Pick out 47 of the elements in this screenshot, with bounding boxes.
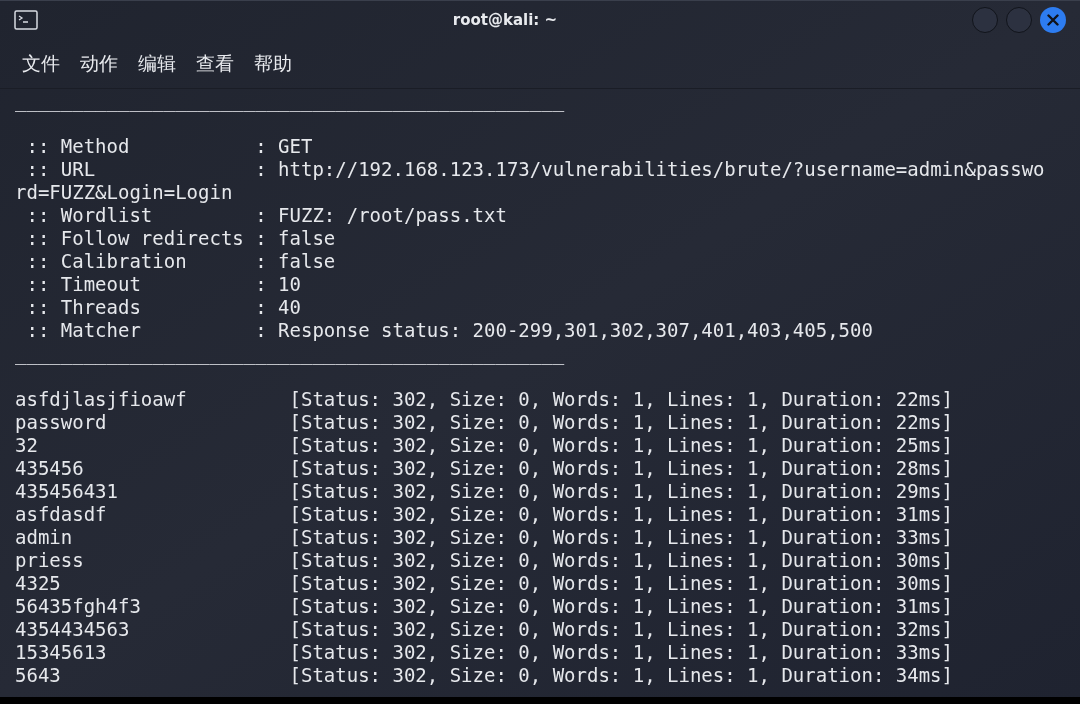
result-info: [Status: 302, Size: 0, Words: 1, Lines: 1, Duration: 22ms]: [289, 411, 953, 434]
result-word: 4354434563: [15, 618, 131, 641]
config-line: :: URL : http://192.168.123.173/vulnerabilities/brute/?username=admin&password=FUZZ&Login=Login: [15, 158, 1046, 204]
result-info: [Status: 302, Size: 0, Words: 1, Lines: 1, Duration: 31ms]: [289, 503, 953, 526]
config-line: :: Timeout : 10: [25, 273, 302, 296]
separator-line: ________________________________________________: [15, 342, 565, 365]
result-info: [Status: 302, Size: 0, Words: 1, Lines: 1, Duration: 29ms]: [289, 480, 953, 503]
result-word: 435456431: [15, 480, 119, 503]
result-word: 435456: [15, 457, 85, 480]
separator-line: ________________________________________________: [15, 89, 565, 112]
result-word: asfdjlasjfioawf: [15, 388, 188, 411]
result-info: [Status: 302, Size: 0, Words: 1, Lines: 1, Duration: 32ms]: [289, 618, 953, 641]
result-word: password: [15, 411, 108, 434]
result-word: 5643: [15, 664, 62, 687]
result-info: [Status: 302, Size: 0, Words: 1, Lines: 1, Duration: 22ms]: [289, 388, 953, 411]
close-icon: [1047, 14, 1059, 26]
result-info: [Status: 302, Size: 0, Words: 1, Lines: 1, Duration: 31ms]: [289, 595, 953, 618]
result-info: [Status: 302, Size: 0, Words: 1, Lines: 1, Duration: 33ms]: [289, 526, 953, 549]
config-line: :: Matcher : Response status: 200-299,301,302,307,401,403,405,500: [25, 319, 874, 342]
config-line: :: Follow redirects : false: [25, 227, 337, 250]
close-button[interactable]: [1040, 7, 1066, 33]
result-info: [Status: 302, Size: 0, Words: 1, Lines: 1, Duration: 34ms]: [289, 664, 953, 687]
menu-item[interactable]: 文件: [22, 49, 60, 78]
result-word: admin: [15, 526, 74, 549]
config-line: :: Calibration : false: [25, 250, 337, 273]
result-word: priess: [15, 549, 85, 572]
result-info: [Status: 302, Size: 0, Words: 1, Lines: 1, Duration: 25ms]: [289, 434, 953, 457]
result-word: 56435fgh4f3: [15, 595, 142, 618]
maximize-button[interactable]: [1006, 7, 1032, 33]
config-line: :: Threads : 40: [25, 296, 302, 319]
menu-item[interactable]: 查看: [196, 49, 234, 78]
result-info: [Status: 302, Size: 0, Words: 1, Lines: 1, Duration: 33ms]: [289, 641, 953, 664]
result-info: [Status: 302, Size: 0, Words: 1, Lines: 1, Duration: 30ms]: [289, 549, 953, 572]
result-word: 15345613: [15, 641, 108, 664]
terminal-icon: [14, 10, 38, 30]
menu-item[interactable]: 编辑: [138, 49, 176, 78]
result-info: [Status: 302, Size: 0, Words: 1, Lines: 1, Duration: 30ms]: [289, 572, 953, 595]
menu-item[interactable]: 帮助: [254, 49, 292, 78]
window-title: root@kali: ~: [452, 9, 558, 31]
config-line: :: Wordlist : FUZZ: /root/pass.txt: [25, 204, 508, 227]
result-info: [Status: 302, Size: 0, Words: 1, Lines: 1, Duration: 28ms]: [289, 457, 953, 480]
minimize-button[interactable]: [972, 7, 998, 33]
menu-item[interactable]: 动作: [80, 49, 118, 78]
result-word: 4325: [15, 572, 62, 595]
config-line: :: Method : GET: [25, 135, 314, 158]
result-word: asfdasdf: [15, 503, 108, 526]
result-word: 32: [15, 434, 39, 457]
